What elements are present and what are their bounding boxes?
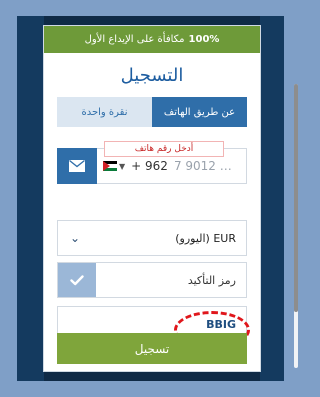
registration-modal: 100% مكافأة على الإيداع الأول التسجيل نق…	[44, 26, 298, 371]
confirm-check-button[interactable]	[58, 263, 96, 297]
background-strip-left	[17, 16, 44, 381]
background-strip-right	[260, 16, 284, 381]
phone-hint-tooltip: أدخل رقم هاتف	[104, 141, 224, 157]
confirm-label: رمز التأكيد	[187, 273, 236, 287]
mail-icon	[69, 160, 85, 172]
promo-banner: 100% مكافأة على الإيداع الأول	[44, 26, 260, 53]
currency-select[interactable]: ⌄ EUR (اليورو)	[57, 220, 247, 256]
tab-one-click[interactable]: نقرة واحدة	[57, 97, 152, 127]
scrollbar[interactable]	[294, 84, 298, 368]
promo-percent: 100%	[188, 34, 220, 45]
scrollbar-thumb[interactable]	[294, 84, 298, 312]
confirm-field[interactable]: رمز التأكيد	[57, 262, 247, 298]
promo-text: مكافأة على الإيداع الأول	[84, 34, 185, 45]
registration-tabs: نقرة واحدة عن طريق الهاتف	[57, 97, 247, 127]
country-chevron-icon[interactable]: ▼	[119, 162, 125, 171]
page-title: التسجيل	[120, 65, 184, 86]
tab-phone[interactable]: عن طريق الهاتف	[152, 97, 247, 127]
chevron-down-icon: ⌄	[69, 231, 81, 245]
check-icon	[70, 274, 84, 285]
register-button[interactable]: تسجيل	[57, 333, 247, 364]
mail-button[interactable]	[57, 148, 97, 184]
currency-value: EUR (اليورو)	[175, 231, 236, 245]
country-code: + 962	[131, 159, 168, 173]
jordan-flag-icon[interactable]	[103, 161, 117, 171]
phone-placeholder: 7 9012 …	[173, 159, 232, 173]
